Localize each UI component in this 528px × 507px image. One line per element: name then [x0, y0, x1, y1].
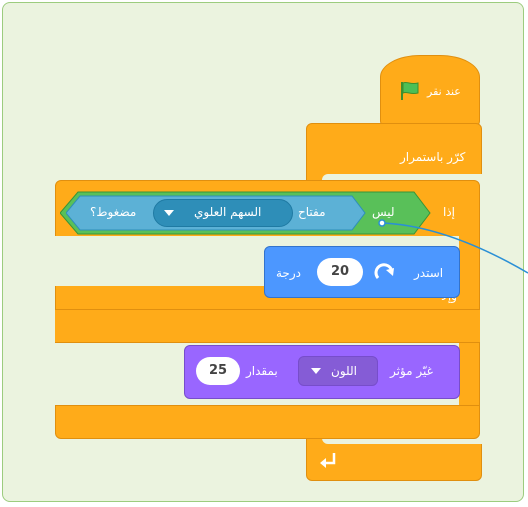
- if-else-bottom-bar: [55, 405, 480, 439]
- green-flag-icon: [401, 81, 419, 100]
- by-label: بمقدار: [246, 364, 278, 378]
- forever-label: كرّر باستمرار: [400, 150, 466, 164]
- when-flag-clicked-label: عند نقر: [427, 85, 461, 98]
- effect-dropdown-value: اللون: [331, 364, 357, 378]
- loop-arrow-icon: [320, 453, 336, 468]
- turn-unit-label: درجة: [276, 266, 301, 280]
- key-dropdown-value: السهم العلوي: [194, 205, 262, 219]
- key-label: مفتاح: [298, 205, 326, 219]
- change-effect-label: غيّر مؤثر: [390, 364, 433, 378]
- dropdown-arrow-icon: [311, 368, 321, 374]
- pressed-label: مضغوط؟: [90, 205, 137, 219]
- callout-line: [378, 219, 528, 274]
- turn-degrees-input[interactable]: 20: [317, 258, 363, 286]
- else-bar: [55, 309, 480, 343]
- effect-amount-input[interactable]: 25: [196, 357, 240, 385]
- dropdown-arrow-icon: [164, 210, 174, 216]
